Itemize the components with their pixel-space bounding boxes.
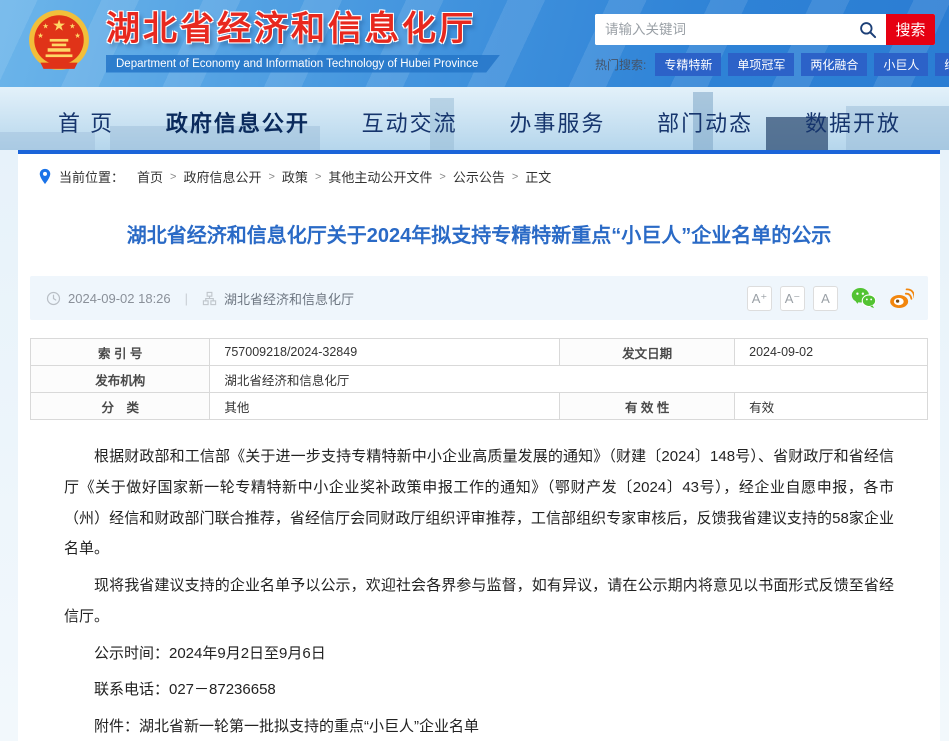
document-info-table: 索 引 号 757009218/2024-32849 发文日期 2024-09-…: [30, 338, 928, 420]
svg-text:★: ★: [74, 31, 80, 40]
svg-text:★: ★: [37, 31, 43, 40]
article-meta-bar: 2024-09-02 18:26 | 湖北省经济和信息化厅 A⁺ A⁻ A: [30, 276, 928, 320]
breadcrumb-other-open-docs[interactable]: 其他主动公开文件: [328, 167, 432, 186]
table-row: 发布机构 湖北省经济和信息化厅: [31, 366, 928, 393]
info-value-issuing-agency: 湖北省经济和信息化厅: [210, 366, 928, 393]
svg-text:★: ★: [42, 22, 48, 31]
national-emblem-icon: ★ ★ ★ ★ ★: [26, 8, 92, 74]
main-navigation: 首 页 政府信息公开 互动交流 办事服务 部门动态 数据开放: [0, 87, 949, 150]
info-value-validity: 有效: [735, 393, 928, 420]
info-value-issue-date: 2024-09-02: [735, 339, 928, 366]
breadcrumb-separator: >: [439, 171, 445, 183]
table-row: 索 引 号 757009218/2024-32849 发文日期 2024-09-…: [31, 339, 928, 366]
breadcrumb-separator: >: [315, 171, 321, 183]
weibo-share-icon[interactable]: [889, 287, 914, 309]
breadcrumb: 当前位置： 首页 > 政府信息公开 > 政策 > 其他主动公开文件 > 公示公告…: [30, 154, 928, 186]
nav-item-home[interactable]: 首 页: [58, 106, 114, 138]
search-input[interactable]: [595, 14, 850, 45]
hot-tag-lvsegongchang[interactable]: 绿色工厂: [935, 53, 949, 76]
search-button[interactable]: 搜索: [886, 14, 935, 45]
paragraph: 公示时间：2024年9月2日至9月6日: [64, 639, 894, 670]
nav-item-open-data[interactable]: 数据开放: [805, 106, 901, 138]
nav-item-interaction[interactable]: 互动交流: [362, 106, 458, 138]
breadcrumb-separator: >: [512, 171, 518, 183]
meta-divider: |: [185, 291, 188, 306]
breadcrumb-home[interactable]: 首页: [137, 167, 163, 186]
info-value-category: 其他: [210, 393, 560, 420]
source-name: 湖北省经济和信息化厅: [224, 289, 354, 308]
search-icon[interactable]: [850, 14, 886, 45]
paragraph: 附件：湖北省新一轮第一批拟支持的重点“小巨人”企业名单: [64, 712, 894, 741]
hot-tag-xiaojuren[interactable]: 小巨人: [874, 53, 928, 76]
location-pin-icon: [38, 168, 52, 185]
source-org-icon: [202, 291, 217, 306]
content-card: 当前位置： 首页 > 政府信息公开 > 政策 > 其他主动公开文件 > 公示公告…: [18, 150, 940, 741]
site-title: 湖北省经济和信息化厅: [106, 8, 500, 51]
info-label-issue-date: 发文日期: [560, 339, 735, 366]
clock-icon: [46, 291, 61, 306]
nav-item-gov-info[interactable]: 政府信息公开: [166, 106, 310, 138]
search-area: 搜索 热门搜索: 专精特新 单项冠军 两化融合 小巨人 绿色工厂: [595, 14, 935, 76]
hot-tag-danxiangguanjun[interactable]: 单项冠军: [728, 53, 794, 76]
paragraph: 根据财政部和工信部《关于进一步支持专精特新中小企业高质量发展的通知》（财建〔20…: [64, 442, 894, 565]
info-label-validity: 有 效 性: [560, 393, 735, 420]
info-value-index-number: 757009218/2024-32849: [210, 339, 560, 366]
hot-tag-lianghuaronghe[interactable]: 两化融合: [801, 53, 867, 76]
page-background: 当前位置： 首页 > 政府信息公开 > 政策 > 其他主动公开文件 > 公示公告…: [0, 150, 949, 741]
breadcrumb-label: 当前位置：: [59, 167, 124, 186]
publish-datetime: 2024-09-02 18:26: [68, 291, 171, 306]
breadcrumb-separator: >: [268, 171, 274, 183]
site-header: ★ ★ ★ ★ ★ 湖北省经济和信息化厅 Department of Econo…: [0, 0, 949, 87]
article-body: 根据财政部和工信部《关于进一步支持专精特新中小企业高质量发展的通知》（财建〔20…: [30, 420, 928, 741]
breadcrumb-policy[interactable]: 政策: [282, 167, 308, 186]
font-size-reset-button[interactable]: A: [813, 286, 838, 311]
table-row: 分 类 其他 有 效 性 有效: [31, 393, 928, 420]
wechat-share-icon[interactable]: [851, 287, 876, 309]
hot-search-label: 热门搜索:: [595, 56, 646, 73]
nav-item-services[interactable]: 办事服务: [509, 106, 605, 138]
paragraph: 联系电话：027－87236658: [64, 675, 894, 706]
breadcrumb-separator: >: [170, 171, 176, 183]
site-logo[interactable]: ★ ★ ★ ★ ★ 湖北省经济和信息化厅 Department of Econo…: [26, 8, 500, 74]
svg-text:★: ★: [69, 22, 75, 31]
svg-text:★: ★: [52, 18, 66, 35]
nav-item-department-news[interactable]: 部门动态: [657, 106, 753, 138]
hot-tag-zhuanjingtexin[interactable]: 专精特新: [655, 53, 721, 76]
site-subtitle: Department of Economy and Information Te…: [106, 55, 500, 73]
info-label-index-number: 索 引 号: [31, 339, 210, 366]
font-size-increase-button[interactable]: A⁺: [747, 286, 772, 311]
paragraph: 现将我省建议支持的企业名单予以公示，欢迎社会各界参与监督，如有异议，请在公示期内…: [64, 571, 894, 633]
breadcrumb-announcements[interactable]: 公示公告: [453, 167, 505, 186]
breadcrumb-gov-info[interactable]: 政府信息公开: [183, 167, 261, 186]
font-size-decrease-button[interactable]: A⁻: [780, 286, 805, 311]
page-title: 湖北省经济和信息化厅关于2024年拟支持专精特新重点“小巨人”企业名单的公示: [76, 222, 882, 251]
breadcrumb-current: 正文: [525, 167, 551, 186]
info-label-category: 分 类: [31, 393, 210, 420]
info-label-issuing-agency: 发布机构: [31, 366, 210, 393]
